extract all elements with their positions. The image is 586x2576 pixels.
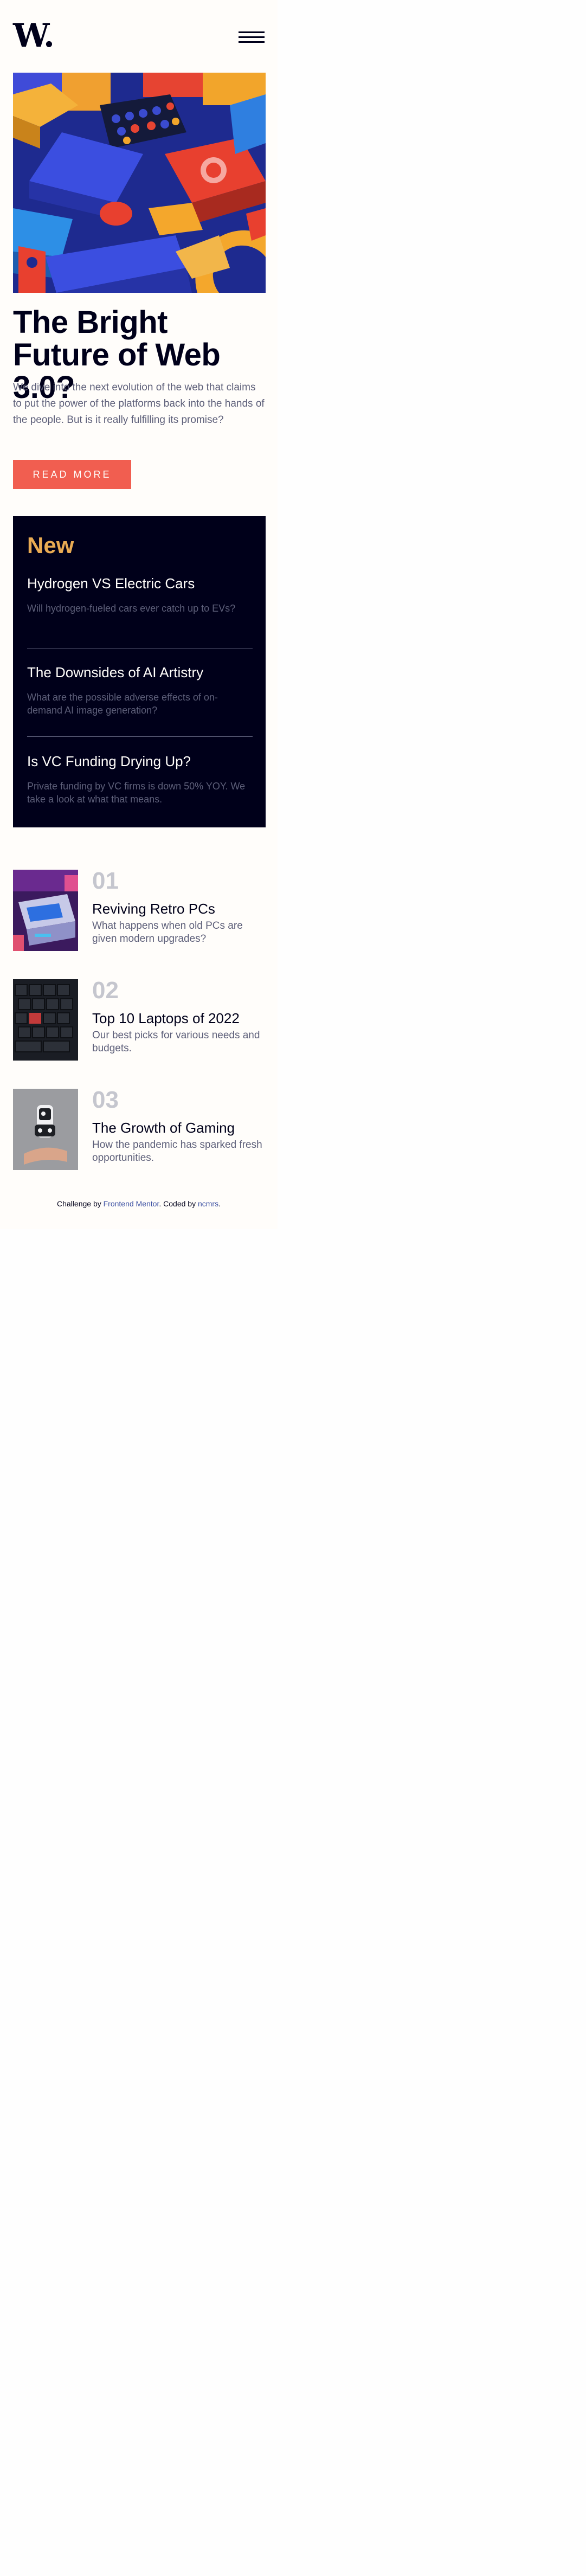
new-item-description: What are the possible adverse effects of… [27, 692, 218, 716]
divider [27, 736, 253, 737]
new-item-description: Private funding by VC firms is down 50% … [27, 781, 246, 805]
new-section-heading: New [27, 532, 74, 558]
list-item-title[interactable]: The Growth of Gaming [92, 1119, 235, 1136]
footer-attribution: Challenge by Frontend Mentor. Coded by n… [0, 1199, 278, 1208]
header: W. [13, 20, 265, 52]
new-item: Hydrogen VS Electric Cars Will hydrogen-… [27, 575, 253, 615]
list-item-title[interactable]: Top 10 Laptops of 2022 [92, 1010, 240, 1027]
new-item-description: Will hydrogen-fueled cars ever catch up … [27, 603, 236, 614]
new-item-title[interactable]: Is VC Funding Drying Up? [27, 753, 253, 770]
retro-pc-thumbnail[interactable] [13, 870, 78, 951]
list-item-description: Our best picks for various needs and bud… [92, 1030, 260, 1054]
page: W. The Bright Future of Web 3.0? We dive… [0, 0, 278, 1229]
laptop-keyboard-thumbnail[interactable] [13, 979, 78, 1061]
frontend-mentor-link[interactable]: Frontend Mentor [104, 1199, 159, 1208]
list-item: 01 Reviving Retro PCs What happens when … [13, 868, 266, 951]
hamburger-menu-icon[interactable] [239, 31, 265, 43]
gaming-controller-thumbnail[interactable] [13, 1089, 78, 1170]
list-item-title[interactable]: Reviving Retro PCs [92, 900, 215, 917]
new-item: The Downsides of AI Artistry What are th… [27, 664, 253, 717]
new-item-title[interactable]: The Downsides of AI Artistry [27, 664, 253, 681]
list-item: 03 The Growth of Gaming How the pandemic… [13, 1087, 266, 1170]
list-item-number: 02 [92, 977, 119, 1004]
list-item-description: What happens when old PCs are given mode… [92, 920, 243, 945]
new-item: Is VC Funding Drying Up? Private funding… [27, 753, 253, 806]
list-item: 02 Top 10 Laptops of 2022 Our best picks… [13, 977, 266, 1061]
hero-description: We dive into the next evolution of the w… [13, 382, 265, 426]
footer-suffix: . [218, 1199, 221, 1208]
logo[interactable]: W. [13, 20, 55, 52]
list-item-number: 03 [92, 1087, 119, 1113]
footer-prefix: Challenge by [57, 1199, 104, 1208]
read-more-button[interactable]: Read more [13, 460, 131, 489]
hero-image [13, 73, 266, 293]
author-link[interactable]: ncmrs [198, 1199, 218, 1208]
list-item-description: How the pandemic has sparked fresh oppor… [92, 1139, 262, 1164]
new-item-title[interactable]: Hydrogen VS Electric Cars [27, 575, 253, 592]
list-item-number: 01 [92, 868, 119, 894]
footer-middle: . Coded by [159, 1199, 198, 1208]
new-section: New Hydrogen VS Electric Cars Will hydro… [13, 516, 266, 827]
